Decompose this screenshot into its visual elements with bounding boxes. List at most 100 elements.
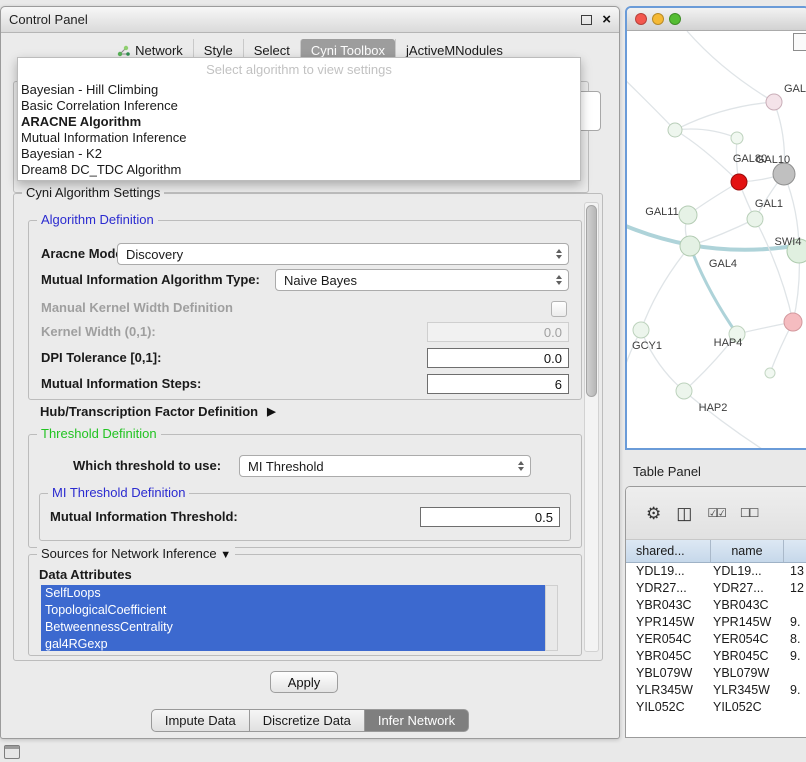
- dpi-tolerance-field[interactable]: [427, 348, 569, 368]
- mi-steps-field[interactable]: [427, 374, 569, 394]
- tab-discretize-data[interactable]: Discretize Data: [250, 709, 365, 732]
- table-cell: YLR345W: [711, 682, 784, 699]
- table-row[interactable]: YLR345WYLR345W9.: [626, 682, 806, 699]
- mi-threshold-label: Mutual Information Threshold:: [50, 506, 238, 528]
- network-node[interactable]: [679, 206, 697, 224]
- apply-button[interactable]: Apply: [270, 671, 338, 693]
- table-cell: YBR045C: [711, 648, 784, 665]
- network-node[interactable]: [668, 123, 682, 137]
- collapsed-arrow-icon: ▶: [267, 405, 275, 418]
- sources-legend-label: Sources for Network Inference: [41, 546, 217, 561]
- mi-threshold-legend: MI Threshold Definition: [48, 485, 189, 500]
- network-node[interactable]: [766, 94, 782, 110]
- table-row[interactable]: YBR045CYBR045C9.: [626, 648, 806, 665]
- aracne-mode-select[interactable]: Discovery: [117, 243, 569, 265]
- tab-impute-data[interactable]: Impute Data: [151, 709, 250, 732]
- table-cell: YBL079W: [711, 665, 784, 682]
- hub-definition-expander[interactable]: Hub/Transcription Factor Definition ▶: [40, 404, 276, 419]
- close-window-icon[interactable]: ×: [602, 10, 611, 29]
- attribute-item-selected[interactable]: BetweennessCentrality: [41, 619, 545, 636]
- network-node[interactable]: [765, 368, 775, 378]
- network-edge[interactable]: [755, 219, 793, 322]
- tab-infer-network[interactable]: Infer Network: [365, 709, 469, 732]
- table-cell: YDR27...: [626, 580, 711, 597]
- attribute-item-selected[interactable]: gal4RGexp: [41, 636, 545, 651]
- control-panel-titlebar[interactable]: Control Panel ×: [1, 7, 619, 33]
- table-cell: YBR043C: [711, 597, 784, 614]
- scrollbar-thumb[interactable]: [586, 205, 597, 397]
- column-header-shared-name[interactable]: shared...: [626, 540, 711, 562]
- control-panel-window: Control Panel × Network Style Select Cyn…: [0, 6, 620, 739]
- table-cell: [784, 699, 806, 716]
- table-row[interactable]: YBR043CYBR043C: [626, 597, 806, 614]
- dropdown-option[interactable]: Mutual Information Inference: [18, 130, 580, 146]
- dropdown-option[interactable]: Bayesian - Hill Climbing: [18, 82, 580, 98]
- mi-steps-label: Mutual Information Steps:: [41, 373, 201, 395]
- attribute-item-selected[interactable]: TopologicalCoefficient: [41, 602, 545, 619]
- table-row[interactable]: YDL19...YDL19...13: [626, 563, 806, 580]
- columns-icon[interactable]: ◫: [676, 505, 692, 522]
- minimize-traffic-light-icon[interactable]: [652, 13, 664, 25]
- network-node-label: GAL: [784, 83, 806, 95]
- network-canvas[interactable]: GALGAL80GAL10GAL11GAL1SWI4GAL4GCY1HAP4HA…: [627, 31, 806, 449]
- table-header: shared... name: [626, 540, 806, 563]
- float-window-icon[interactable]: [581, 15, 592, 25]
- table-cell: YLR345W: [626, 682, 711, 699]
- network-window-titlebar[interactable]: [627, 8, 806, 31]
- network-node[interactable]: [773, 163, 795, 185]
- dropdown-option[interactable]: Bayesian - K2: [18, 146, 580, 162]
- close-traffic-light-icon[interactable]: [635, 13, 647, 25]
- attribute-item-selected[interactable]: SelfLoops: [41, 585, 545, 602]
- dropdown-placeholder: Select algorithm to view settings: [18, 58, 580, 82]
- table-row[interactable]: YIL052CYIL052C: [626, 699, 806, 716]
- dropdown-option[interactable]: Dream8 DC_TDC Algorithm: [18, 162, 580, 178]
- sources-group: Sources for Network Inference ▼ Data Att…: [28, 554, 582, 656]
- table-row[interactable]: YPR145WYPR145W9.: [626, 614, 806, 631]
- network-node[interactable]: [784, 313, 802, 331]
- kernel-width-field[interactable]: [427, 322, 569, 342]
- network-graph[interactable]: GALGAL80GAL10GAL11GAL1SWI4GAL4GCY1HAP4HA…: [627, 31, 806, 449]
- algorithm-definition-legend: Algorithm Definition: [37, 212, 158, 227]
- network-edge[interactable]: [684, 391, 762, 449]
- table-cell: YIL052C: [711, 699, 784, 716]
- network-edge[interactable]: [675, 102, 774, 130]
- network-edge[interactable]: [627, 76, 675, 130]
- sources-legend[interactable]: Sources for Network Inference ▼: [37, 546, 235, 563]
- table-row[interactable]: YBL079WYBL079W: [626, 665, 806, 682]
- settings-scrollbar[interactable]: [584, 202, 599, 652]
- table-cell: YIL052C: [626, 699, 711, 716]
- dropdown-option-selected[interactable]: ARACNE Algorithm: [18, 114, 580, 130]
- table-row[interactable]: YER054CYER054C8.: [626, 631, 806, 648]
- network-node[interactable]: [731, 174, 747, 190]
- table-row[interactable]: YDR27...YDR27...12: [626, 580, 806, 597]
- restore-panel-icon[interactable]: [4, 745, 20, 759]
- canvas-scroll-corner[interactable]: [793, 33, 806, 51]
- network-node[interactable]: [633, 322, 649, 338]
- select-all-icon[interactable]: ☑☑: [707, 507, 725, 519]
- mi-threshold-field[interactable]: [420, 507, 560, 527]
- network-node[interactable]: [731, 132, 743, 144]
- network-node[interactable]: [676, 383, 692, 399]
- network-edge[interactable]: [641, 246, 690, 330]
- network-edge[interactable]: [690, 219, 755, 246]
- column-header-name[interactable]: name: [711, 540, 784, 562]
- gear-icon[interactable]: ⚙: [646, 505, 661, 522]
- network-node-label: GAL4: [709, 258, 737, 270]
- window-title: Control Panel: [9, 7, 88, 32]
- network-node[interactable]: [747, 211, 763, 227]
- manual-kernel-width-checkbox[interactable]: [551, 301, 567, 317]
- attributes-scrollbar[interactable]: [545, 585, 558, 651]
- network-edge[interactable]: [687, 31, 774, 102]
- network-node[interactable]: [680, 236, 700, 256]
- which-threshold-label: Which threshold to use:: [73, 455, 221, 477]
- mi-algorithm-type-select[interactable]: Naive Bayes: [275, 269, 569, 291]
- table-cell: 9.: [784, 682, 806, 699]
- network-edge[interactable]: [675, 130, 739, 182]
- deselect-all-icon[interactable]: ☐☐: [740, 507, 758, 519]
- table-body: YDL19...YDL19...13YDR27...YDR27...12YBR0…: [626, 563, 806, 716]
- which-threshold-select[interactable]: MI Threshold: [239, 455, 531, 477]
- zoom-traffic-light-icon[interactable]: [669, 13, 681, 25]
- settings-legend: Cyni Algorithm Settings: [22, 185, 164, 200]
- dropdown-option[interactable]: Basic Correlation Inference: [18, 98, 580, 114]
- column-header-partial[interactable]: [784, 540, 806, 562]
